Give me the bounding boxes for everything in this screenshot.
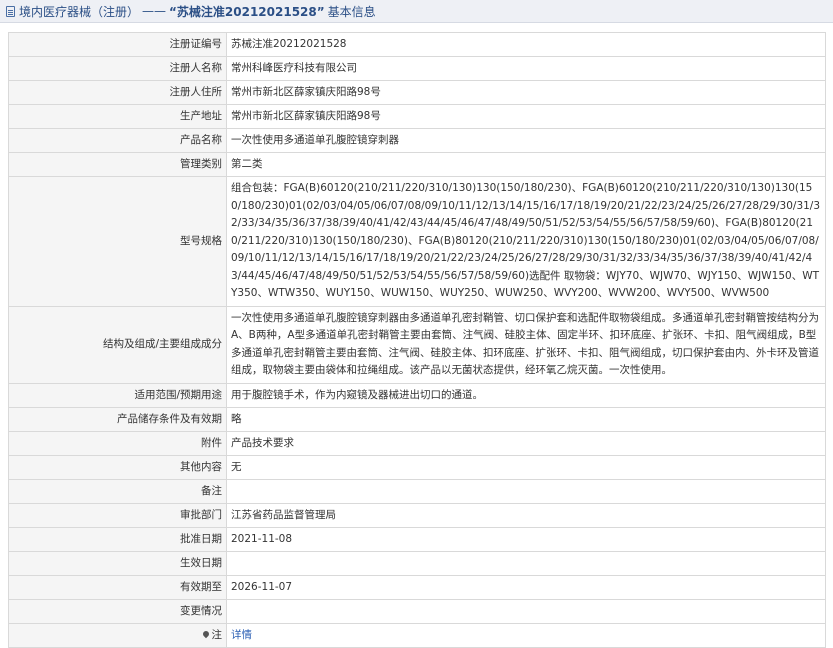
- table-row: 产品储存条件及有效期 略: [8, 406, 826, 432]
- row-label: 变更情况: [8, 598, 227, 624]
- row-label: 注册人住所: [8, 80, 227, 105]
- breadcrumb-section[interactable]: 境内医疗器械（注册）: [19, 3, 139, 20]
- row-label: 管理类别: [8, 152, 227, 177]
- note-label: 注: [8, 622, 227, 648]
- table-row: 批准日期 2021-11-08: [8, 526, 826, 552]
- row-label: 结构及组成/主要组成成分: [8, 305, 227, 384]
- details-link[interactable]: 详情: [231, 629, 252, 641]
- row-label: 产品储存条件及有效期: [8, 406, 227, 432]
- row-label: 其他内容: [8, 454, 227, 480]
- table-row: 附件 产品技术要求: [8, 430, 826, 456]
- row-value: 2026-11-07: [226, 574, 826, 600]
- row-value: 组合包装：FGA(B)60120(210/211/220/310/130)130…: [226, 176, 826, 307]
- row-label: 有效期至: [8, 574, 227, 600]
- table-row: 产品名称 一次性使用多通道单孔腹腔镜穿刺器: [8, 128, 826, 153]
- breadcrumb-separator: ——: [142, 4, 167, 18]
- table-row: 变更情况: [8, 598, 826, 624]
- row-value: 江苏省药品监督管理局: [226, 502, 826, 528]
- row-label: 产品名称: [8, 128, 227, 153]
- page-header: 境内医疗器械（注册） —— “苏械注准20212021528” 基本信息: [0, 0, 833, 23]
- row-label: 附件: [8, 430, 227, 456]
- table-row: 有效期至 2026-11-07: [8, 574, 826, 600]
- detail-table-container: 注册证编号 苏械注准20212021528 注册人名称 常州科峰医疗科技有限公司…: [8, 32, 826, 648]
- row-label: 适用范围/预期用途: [8, 382, 227, 408]
- note-label-text: 注: [211, 628, 223, 641]
- row-value: [226, 598, 826, 624]
- table-row: 结构及组成/主要组成成分 一次性使用多通道单孔腹腔镜穿刺器由多通道单孔密封鞘管、…: [8, 305, 826, 384]
- table-row: 其他内容 无: [8, 454, 826, 480]
- pin-icon: [201, 629, 210, 638]
- table-row: 管理类别 第二类: [8, 152, 826, 177]
- row-value: 苏械注准20212021528: [226, 32, 826, 57]
- page-title-suffix: 基本信息: [327, 4, 376, 19]
- table-row: 注册人住所 常州市新北区薛家镇庆阳路98号: [8, 80, 826, 105]
- table-row: 注 详情: [8, 622, 826, 648]
- table-row: 型号规格 组合包装：FGA(B)60120(210/211/220/310/13…: [8, 176, 826, 307]
- table-row: 生产地址 常州市新北区薛家镇庆阳路98号: [8, 104, 826, 129]
- row-value: 一次性使用多通道单孔腹腔镜穿刺器由多通道单孔密封鞘管、切口保护套和选配件取物袋组…: [226, 305, 826, 384]
- detail-table: 注册证编号 苏械注准20212021528 注册人名称 常州科峰医疗科技有限公司…: [8, 32, 826, 648]
- row-label: 备注: [8, 478, 227, 504]
- row-value: 常州市新北区薛家镇庆阳路98号: [226, 80, 826, 105]
- row-label: 批准日期: [8, 526, 227, 552]
- row-value: 用于腹腔镜手术，作为内窥镜及器械进出切口的通道。: [226, 382, 826, 408]
- table-row: 备注: [8, 478, 826, 504]
- row-value: 一次性使用多通道单孔腹腔镜穿刺器: [226, 128, 826, 153]
- table-row: 生效日期: [8, 550, 826, 576]
- row-value: 详情: [226, 622, 826, 648]
- record-title: “苏械注准20212021528”: [169, 4, 325, 19]
- row-value: [226, 478, 826, 504]
- row-value: 常州科峰医疗科技有限公司: [226, 56, 826, 81]
- row-value: 略: [226, 406, 826, 432]
- row-label: 注册证编号: [8, 32, 227, 57]
- table-row: 适用范围/预期用途 用于腹腔镜手术，作为内窥镜及器械进出切口的通道。: [8, 382, 826, 408]
- row-value: 无: [226, 454, 826, 480]
- row-value: 第二类: [226, 152, 826, 177]
- row-value: 产品技术要求: [226, 430, 826, 456]
- row-value: [226, 550, 826, 576]
- row-value: 2021-11-08: [226, 526, 826, 552]
- row-value: 常州市新北区薛家镇庆阳路98号: [226, 104, 826, 129]
- row-label: 型号规格: [8, 176, 227, 307]
- document-icon: [6, 5, 15, 17]
- row-label: 注册人名称: [8, 56, 227, 81]
- table-row: 审批部门 江苏省药品监督管理局: [8, 502, 826, 528]
- row-label: 审批部门: [8, 502, 227, 528]
- table-row: 注册人名称 常州科峰医疗科技有限公司: [8, 56, 826, 81]
- row-label: 生效日期: [8, 550, 227, 576]
- table-row: 注册证编号 苏械注准20212021528: [8, 32, 826, 57]
- row-label: 生产地址: [8, 104, 227, 129]
